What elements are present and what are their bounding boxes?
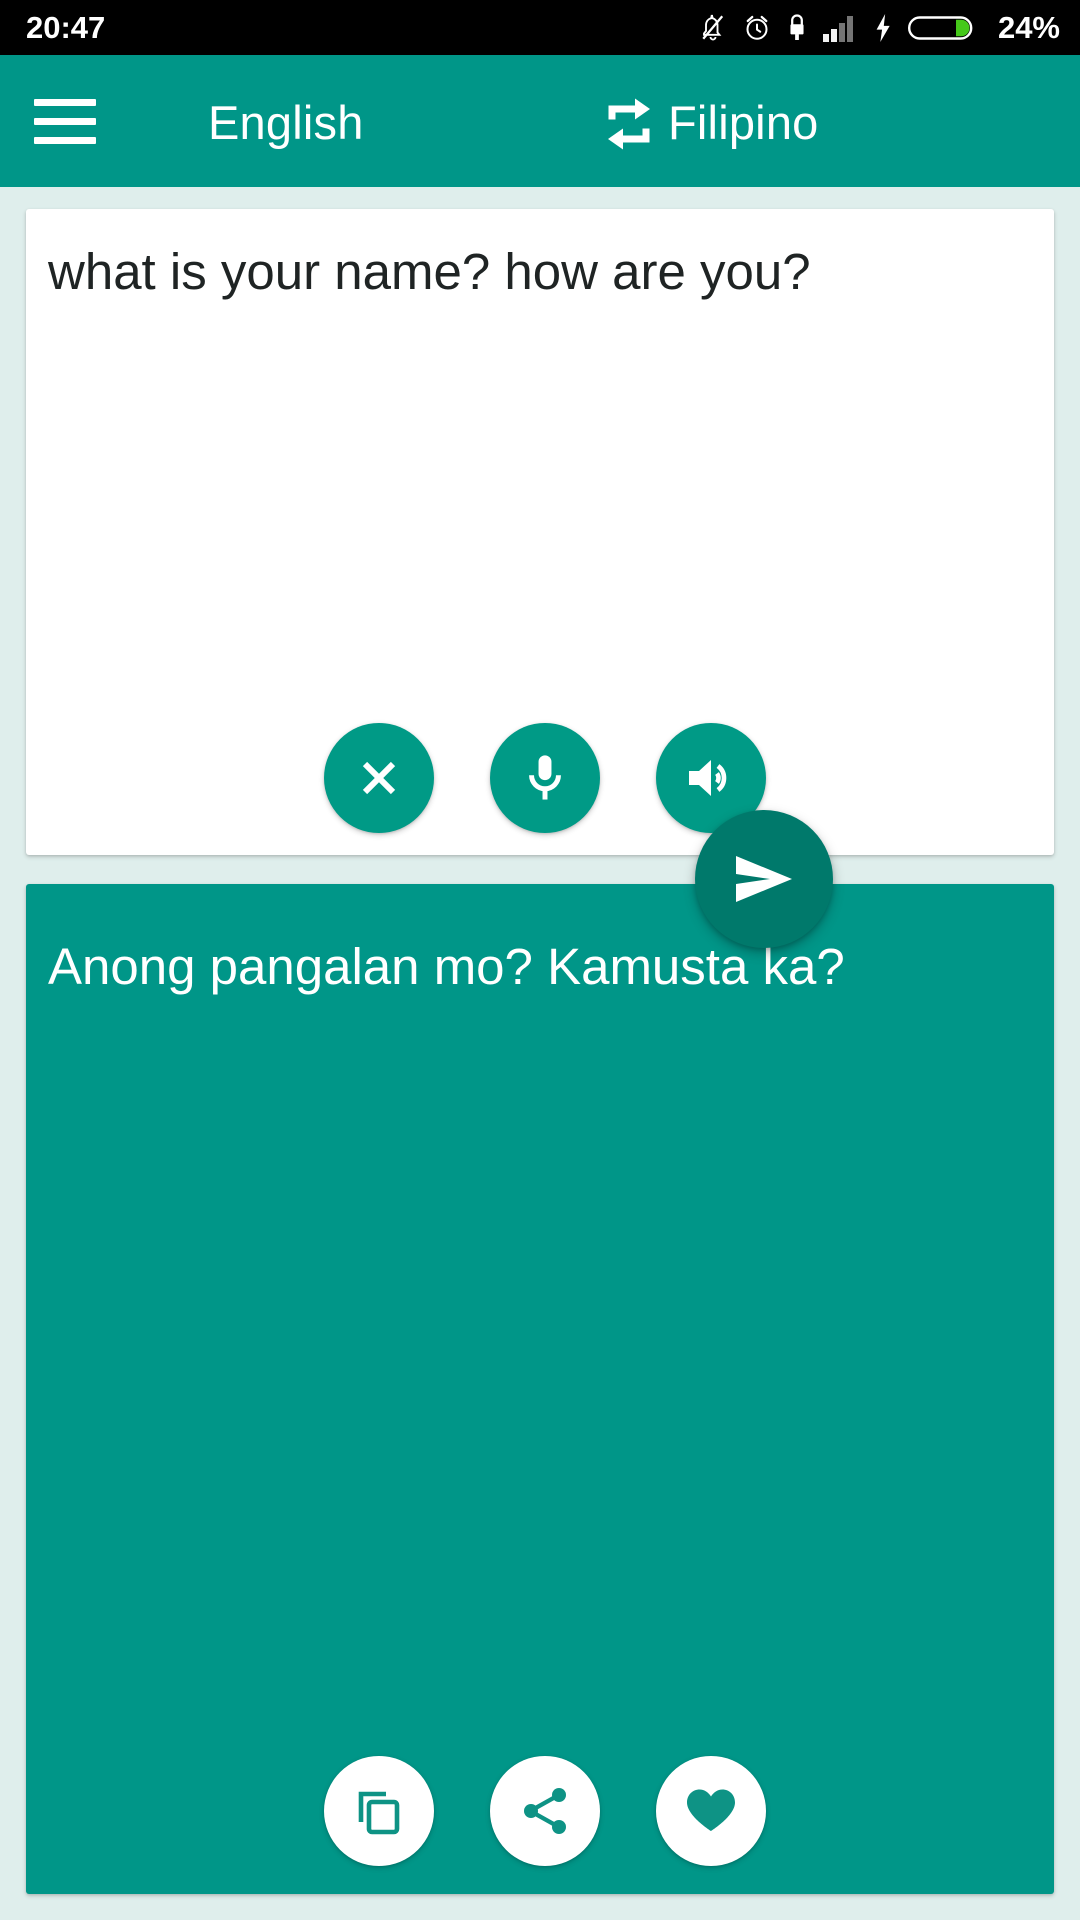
menu-icon[interactable] — [34, 89, 100, 153]
target-language-selector[interactable]: Filipino — [668, 95, 819, 150]
notifications-off-icon — [698, 12, 728, 44]
status-time: 20:47 — [26, 9, 106, 45]
battery-percentage: 24% — [997, 9, 1060, 45]
app-screen: 20:47 24% English Filipino what is your … — [0, 0, 1080, 1920]
source-actions-row — [26, 723, 1054, 833]
translation-result-card: Anong pangalan mo? Kamusta ka? — [26, 884, 1054, 1894]
voice-input-button[interactable] — [490, 723, 600, 833]
charging-bolt-icon — [872, 12, 894, 44]
swap-languages-icon[interactable] — [598, 93, 660, 155]
share-button[interactable] — [490, 1756, 600, 1866]
clear-button[interactable] — [324, 723, 434, 833]
copy-button[interactable] — [324, 1756, 434, 1866]
usb-lock-icon — [786, 12, 808, 44]
favorite-button[interactable] — [656, 1756, 766, 1866]
translated-text[interactable]: Anong pangalan mo? Kamusta ka? — [48, 936, 1030, 998]
menu-bar-3 — [34, 136, 96, 144]
source-language-selector[interactable]: English — [208, 95, 364, 150]
menu-bar-1 — [34, 98, 96, 106]
alarm-icon — [742, 12, 772, 44]
translate-send-button[interactable] — [695, 810, 833, 948]
battery-icon — [907, 12, 976, 44]
menu-bar-2 — [34, 117, 96, 125]
status-icon-tray: 24% — [698, 10, 1060, 46]
app-bar: English Filipino — [0, 55, 1080, 187]
signal-bars-icon — [822, 12, 858, 44]
source-text-card: what is your name? how are you? — [26, 209, 1054, 855]
result-actions-row — [26, 1756, 1054, 1866]
source-text-input[interactable]: what is your name? how are you? — [48, 241, 1030, 303]
status-bar: 20:47 24% — [0, 0, 1080, 55]
